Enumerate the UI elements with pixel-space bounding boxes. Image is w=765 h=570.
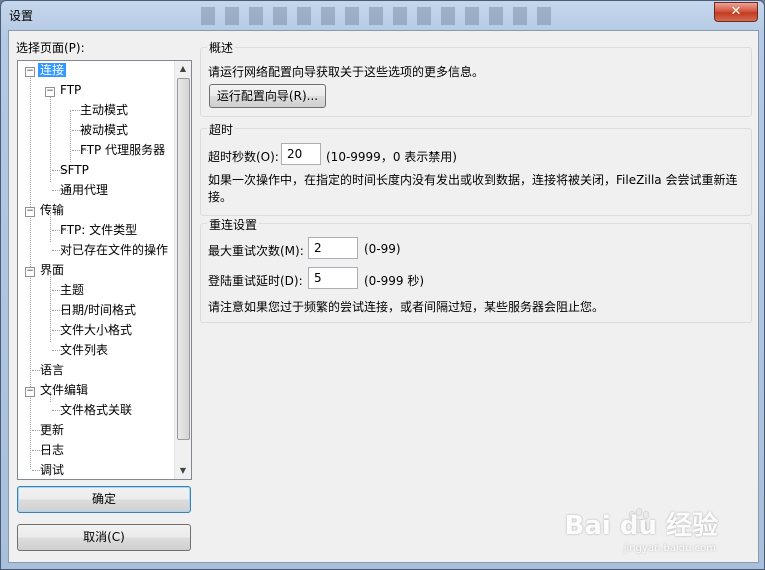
tree-item-label: 界面	[40, 263, 65, 277]
overview-text: 请运行网络配置向导获取关于这些选项的更多信息。	[208, 65, 485, 79]
tree-item-active-mode[interactable]: 主动模式	[78, 101, 130, 119]
tree-item-generic-proxy[interactable]: 通用代理	[58, 181, 110, 199]
scroll-up-icon[interactable]: ▲	[175, 61, 191, 77]
tree-item-updates[interactable]: 更新	[38, 421, 66, 439]
tree-item-label: FTP	[60, 83, 82, 97]
tree-item-label: 对已存在文件的操作	[60, 243, 169, 257]
tree-item-label: 文件编辑	[40, 383, 89, 397]
scroll-down-icon[interactable]: ▼	[175, 463, 191, 479]
tree-item-file-exists-action[interactable]: 对已存在文件的操作	[58, 241, 170, 259]
settings-window: 设置 ✕ 选择页面(P): − 连接 − FTP 主动模式 被动模式 FTP 代…	[0, 0, 765, 570]
tree-item-label: 传输	[40, 203, 65, 217]
timeout-description: 如果一次操作中，在指定的时间长度内没有发出或收到数据，连接将被关闭，FileZi…	[208, 173, 738, 204]
retry-delay-hint: (0-999 秒)	[364, 274, 425, 288]
overview-title: 概述	[207, 39, 236, 56]
background-toolbar-ghost	[201, 7, 561, 25]
tree-item-ftp-file-types[interactable]: FTP: 文件类型	[58, 221, 139, 239]
tree-item-sftp[interactable]: SFTP	[58, 161, 91, 179]
tree-item-logging[interactable]: 日志	[38, 441, 66, 459]
tree-item-label: 文件大小格式	[60, 323, 133, 337]
max-retries-hint: (0-99)	[364, 242, 401, 256]
reconnect-note: 请注意如果您过于频繁的尝试连接，或者间隔过短，某些服务器会阻止您。	[208, 300, 605, 314]
timeout-title: 超时	[207, 121, 236, 138]
tree-item-ftp-proxy[interactable]: FTP 代理服务器	[78, 141, 167, 159]
collapse-icon[interactable]: −	[45, 87, 55, 97]
window-title: 设置	[9, 9, 34, 23]
settings-page-tree[interactable]: − 连接 − FTP 主动模式 被动模式 FTP 代理服务器 SFTP 通用代理…	[17, 60, 192, 480]
retry-delay-label: 登陆重试延时(D):	[208, 274, 303, 288]
collapse-icon[interactable]: −	[25, 207, 35, 217]
tree-item-file-lists[interactable]: 文件列表	[58, 341, 110, 359]
tree-item-transfers[interactable]: 传输	[38, 201, 66, 219]
watermark-url: jingyan.baidu.com	[623, 543, 716, 554]
tree-item-label: 文件列表	[60, 343, 109, 357]
tree-item-label: 主动模式	[80, 103, 129, 117]
tree-item-interface[interactable]: 界面	[38, 261, 66, 279]
run-wizard-button[interactable]: 运行配置向导(R)...	[209, 84, 326, 108]
close-button[interactable]: ✕	[714, 2, 758, 22]
tree-item-label: FTP 代理服务器	[80, 143, 166, 157]
max-retries-input[interactable]: 2	[308, 237, 358, 259]
tree-item-date-time-format[interactable]: 日期/时间格式	[58, 301, 138, 319]
tree-item-label: 连接	[38, 63, 67, 77]
max-retries-label: 最大重试次数(M):	[208, 244, 304, 258]
tree-item-filesize-format[interactable]: 文件大小格式	[58, 321, 134, 339]
tree-item-connection[interactable]: 连接	[38, 61, 67, 79]
tree-line	[50, 272, 51, 342]
ok-button[interactable]: 确定	[17, 486, 191, 513]
select-page-label: 选择页面(P):	[16, 41, 85, 55]
tree-item-label: 文件格式关联	[60, 403, 133, 417]
dialog-client-area: 选择页面(P): − 连接 − FTP 主动模式 被动模式 FTP 代理服务器 …	[8, 30, 759, 563]
scroll-thumb[interactable]	[177, 78, 190, 440]
cancel-button[interactable]: 取消(C)	[17, 524, 191, 551]
retry-delay-input[interactable]: 5	[308, 267, 358, 289]
tree-item-label: 更新	[40, 423, 65, 437]
collapse-icon[interactable]: −	[25, 267, 35, 277]
tree-line	[50, 92, 51, 182]
tree-item-label: SFTP	[60, 163, 89, 177]
tree-item-passive-mode[interactable]: 被动模式	[78, 121, 130, 139]
tree-item-label: 被动模式	[80, 123, 129, 137]
timeout-seconds-hint: (10-9999，0 表示禁用)	[326, 150, 457, 164]
tree-scrollbar[interactable]: ▲ ▼	[174, 61, 191, 479]
tree-item-label: 语言	[40, 363, 65, 377]
watermark-text: Bai du 经验	[564, 511, 719, 541]
tree-item-themes[interactable]: 主题	[58, 281, 86, 299]
tree-item-file-editing[interactable]: 文件编辑	[38, 381, 90, 399]
tree-item-language[interactable]: 语言	[38, 361, 66, 379]
tree-item-label: 主题	[60, 283, 85, 297]
tree-item-label: 通用代理	[60, 183, 109, 197]
tree-item-ftp[interactable]: FTP	[58, 81, 83, 99]
tree-item-label: 日志	[40, 443, 65, 457]
tree-item-filetype-associations[interactable]: 文件格式关联	[58, 401, 134, 419]
tree-item-label: 日期/时间格式	[60, 303, 137, 317]
title-bar[interactable]: 设置 ✕	[1, 1, 764, 29]
collapse-icon[interactable]: −	[25, 387, 35, 397]
reconnect-title: 重连设置	[207, 216, 260, 233]
timeout-seconds-input[interactable]: 20	[281, 143, 321, 165]
tree-item-debug[interactable]: 调试	[38, 461, 66, 479]
tree-line	[70, 110, 71, 162]
timeout-seconds-label: 超时秒数(O):	[208, 150, 279, 164]
collapse-icon[interactable]: −	[25, 67, 35, 77]
tree-item-label: 调试	[40, 463, 65, 477]
tree-item-label: FTP: 文件类型	[60, 223, 138, 237]
